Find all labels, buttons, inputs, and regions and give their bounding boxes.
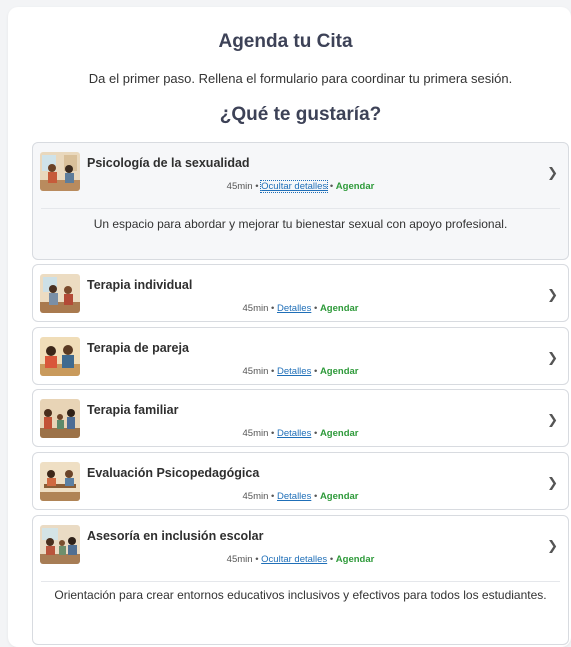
book-link[interactable]: Agendar <box>320 491 359 502</box>
service-duration: 45min <box>242 303 269 314</box>
service-name: Psicología de la sexualidad <box>87 156 250 170</box>
chevron-right-icon[interactable]: ❯ <box>547 165 558 181</box>
service-duration: 45min <box>226 554 253 565</box>
service-duration: 45min <box>242 491 269 502</box>
service-name: Terapia individual <box>87 278 193 292</box>
service-meta: 45min • Detalles • Agendar <box>242 428 359 439</box>
service-duration: 45min <box>242 366 269 377</box>
service-duration: 45min <box>226 181 253 192</box>
toggle-details-link[interactable]: Ocultar detalles <box>260 180 329 193</box>
toggle-details-link[interactable]: Detalles <box>277 366 311 377</box>
section-question: ¿Qué te gustaría? <box>219 104 382 125</box>
page-subtitle: Da el primer paso. Rellena el formulario… <box>88 71 513 86</box>
toggle-details-link[interactable]: Ocultar detalles <box>261 554 327 565</box>
service-name: Terapia de pareja <box>87 341 189 355</box>
chevron-right-icon[interactable]: ❯ <box>547 538 558 554</box>
book-link[interactable]: Agendar <box>320 428 359 439</box>
service-meta: 45min • Detalles • Agendar <box>242 303 359 314</box>
service-meta: 45min • Ocultar detalles • Agendar <box>226 180 375 193</box>
service-item-terapia-pareja[interactable]: Terapia de pareja 45min • Detalles • Age… <box>32 327 569 385</box>
service-meta: 45min • Detalles • Agendar <box>242 491 359 502</box>
book-link[interactable]: Agendar <box>320 303 359 314</box>
service-name: Evaluación Psicopedagógica <box>87 466 260 480</box>
service-item-asesoria-inclusion-escolar[interactable]: Asesoría en inclusión escolar 45min • Oc… <box>32 515 569 645</box>
book-link[interactable]: Agendar <box>336 181 375 192</box>
service-name: Asesoría en inclusión escolar <box>87 529 264 543</box>
service-meta: 45min • Ocultar detalles • Agendar <box>226 554 375 565</box>
divider <box>41 581 560 582</box>
service-meta: 45min • Detalles • Agendar <box>242 366 359 377</box>
service-name: Terapia familiar <box>87 403 179 417</box>
chevron-right-icon[interactable]: ❯ <box>547 475 558 491</box>
chevron-right-icon[interactable]: ❯ <box>547 287 558 303</box>
chevron-right-icon[interactable]: ❯ <box>547 350 558 366</box>
chevron-right-icon[interactable]: ❯ <box>547 412 558 428</box>
toggle-details-link[interactable]: Detalles <box>277 428 311 439</box>
service-description: Un espacio para abordar y mejorar tu bie… <box>93 217 508 231</box>
service-duration: 45min <box>242 428 269 439</box>
book-link[interactable]: Agendar <box>320 366 359 377</box>
toggle-details-link[interactable]: Detalles <box>277 491 311 502</box>
toggle-details-link[interactable]: Detalles <box>277 303 311 314</box>
service-item-psicologia-sexualidad[interactable]: Psicología de la sexualidad 45min • Ocul… <box>32 142 569 260</box>
divider <box>41 208 560 209</box>
service-item-evaluacion-psicopedagogica[interactable]: Evaluación Psicopedagógica 45min • Detal… <box>32 452 569 510</box>
service-item-terapia-individual[interactable]: Terapia individual 45min • Detalles • Ag… <box>32 264 569 322</box>
page-title: Agenda tu Cita <box>218 31 353 52</box>
service-item-terapia-familiar[interactable]: Terapia familiar 45min • Detalles • Agen… <box>32 389 569 447</box>
book-link[interactable]: Agendar <box>336 554 375 565</box>
service-description: Orientación para crear entornos educativ… <box>54 588 547 602</box>
